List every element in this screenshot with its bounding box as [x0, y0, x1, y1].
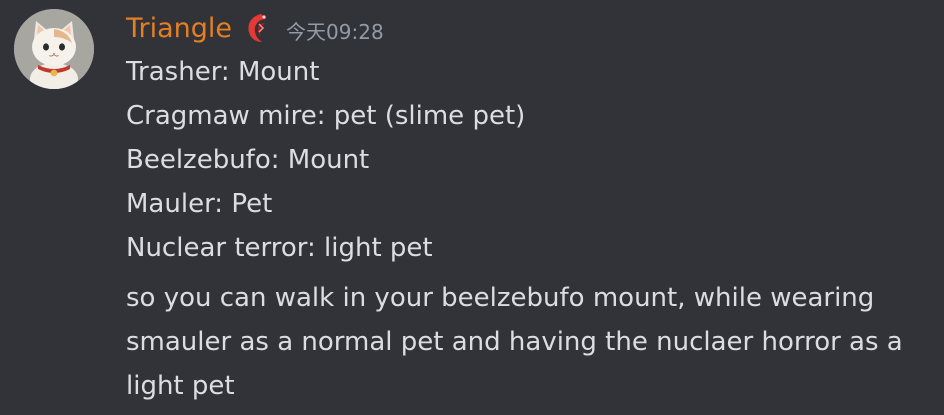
- message-content: Trasher: Mount Cragmaw mire: pet (slime …: [126, 50, 926, 408]
- message-paragraph: so you can walk in your beelzebufo mount…: [126, 283, 903, 401]
- message-header: Triangle 今天09:28: [126, 8, 384, 48]
- message-line: Trasher: Mount: [126, 57, 320, 87]
- username[interactable]: Triangle: [126, 15, 232, 42]
- message-line: Beelzebufo: Mount: [126, 145, 370, 175]
- message-timestamp[interactable]: 今天09:28: [286, 16, 384, 45]
- message-line: Nuclear terror: light pet: [126, 233, 433, 263]
- user-avatar[interactable]: [14, 9, 94, 89]
- red-crest-icon[interactable]: [244, 12, 270, 44]
- message-line: Cragmaw mire: pet (slime pet): [126, 101, 526, 131]
- message-line: Mauler: Pet: [126, 189, 273, 219]
- chat-message: Triangle 今天09:28 Trasher: Mount Cragmaw …: [0, 0, 944, 415]
- cat-avatar-icon: [14, 9, 94, 89]
